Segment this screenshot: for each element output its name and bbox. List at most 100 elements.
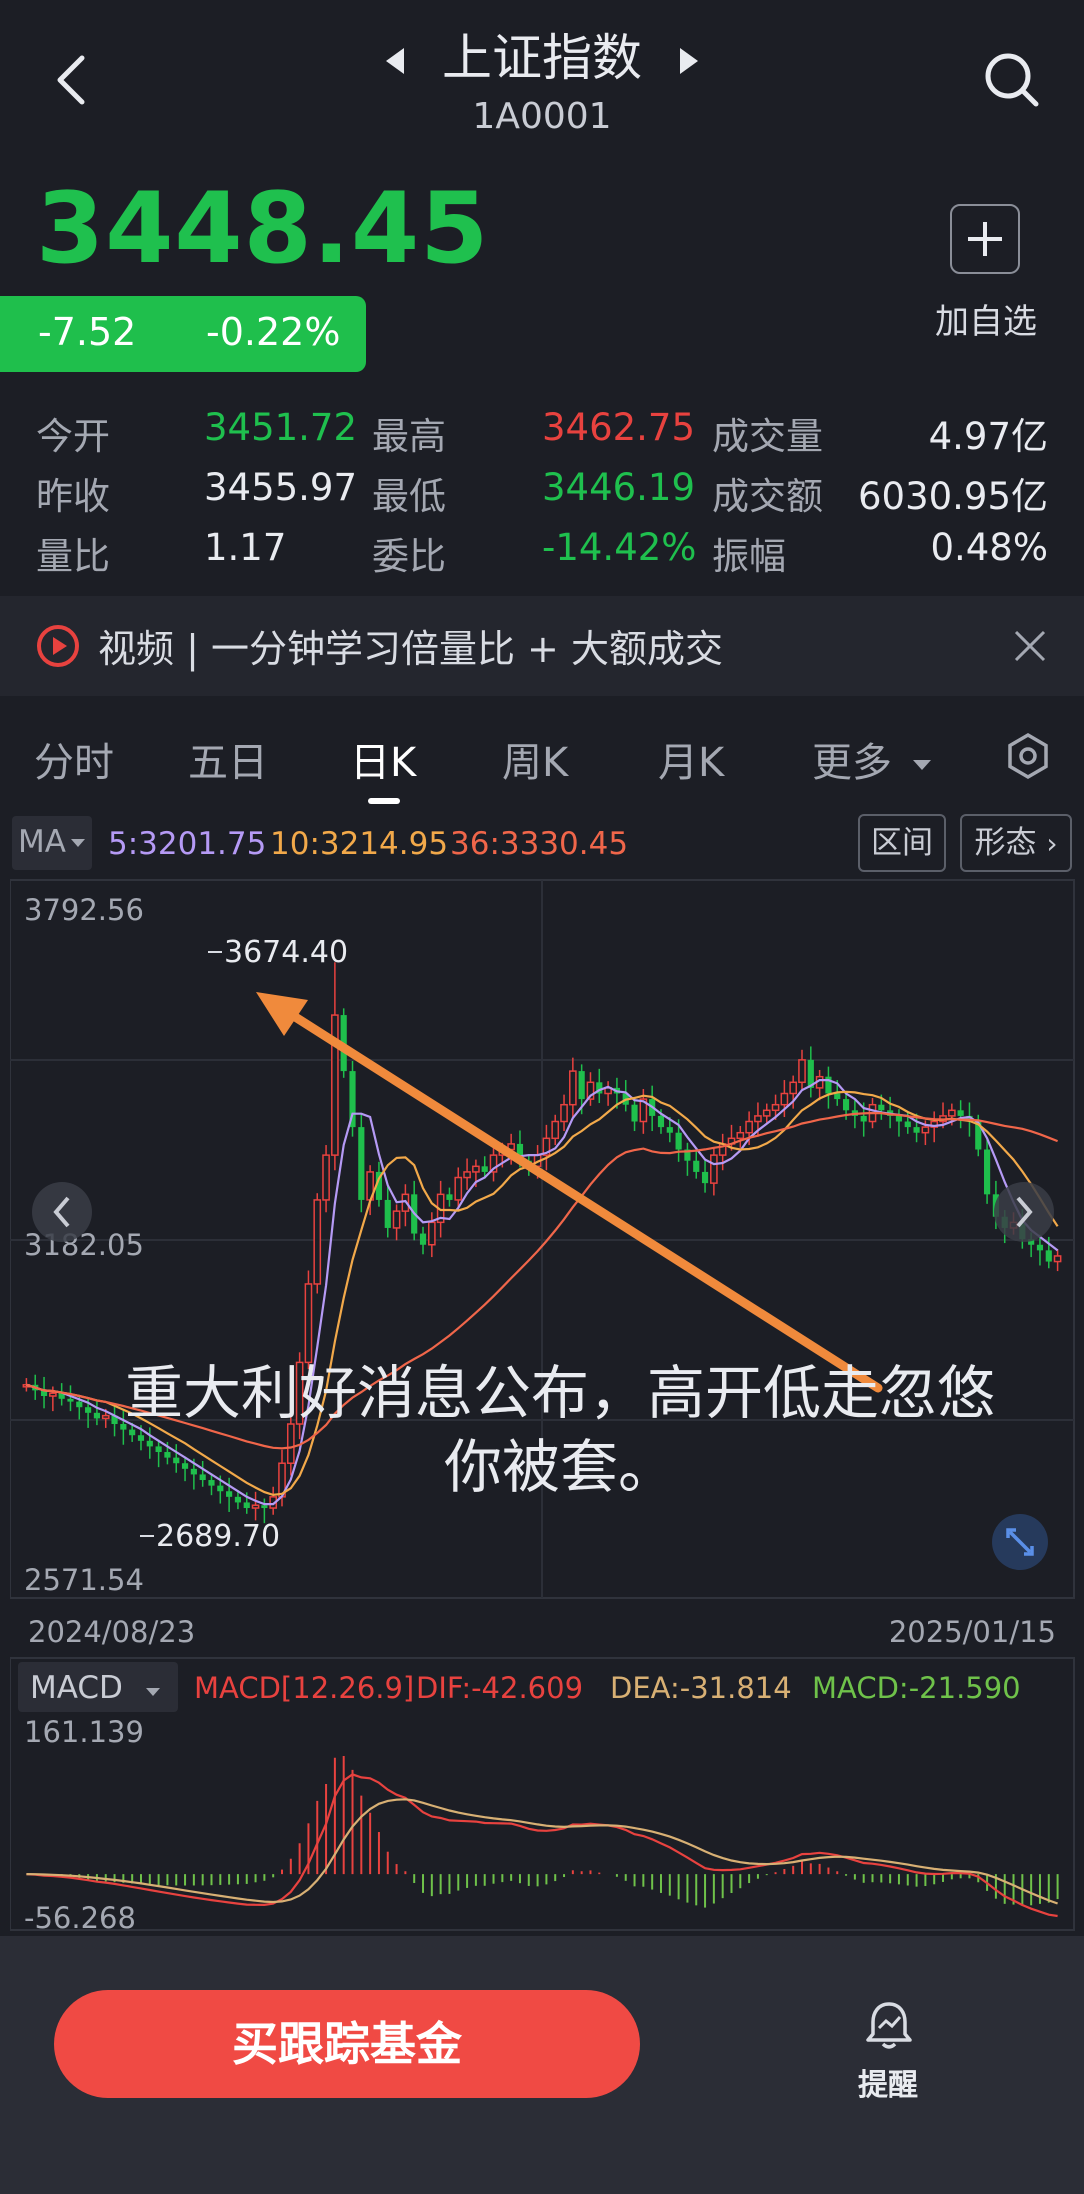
tab-more-label: 更多	[812, 740, 892, 786]
tab-weekly-k[interactable]: 周K	[502, 730, 568, 788]
candle-body	[789, 1081, 798, 1095]
candle-body	[878, 1104, 885, 1111]
candle-body	[304, 1283, 313, 1364]
ma5-value: 5:3201.75	[108, 826, 267, 862]
macd-y-top: 161.139	[24, 1715, 144, 1749]
play-icon	[37, 625, 79, 667]
overlay-caption: 重大利好消息公布，高开低走忽悠 你被套。	[40, 1356, 1080, 1504]
stat-value: 3455.97	[204, 466, 358, 509]
candle-body	[984, 1149, 991, 1195]
candle-body	[358, 1127, 365, 1200]
title-block: 上证指数 1A0001	[0, 18, 1084, 137]
page-title: 上证指数	[442, 29, 642, 87]
high-label: 3674.40	[224, 935, 348, 970]
candle-body	[834, 1093, 841, 1100]
tab-monthly-k[interactable]: 月K	[658, 730, 724, 788]
ma-selector-label: MA	[18, 824, 66, 860]
close-icon[interactable]	[1012, 628, 1048, 664]
period-tabs: 分时 五日 日K 周K 月K 更多	[0, 700, 1084, 808]
next-index-icon[interactable]	[680, 48, 698, 74]
candle-body	[631, 1104, 638, 1122]
header: 上证指数 1A0001	[0, 0, 1084, 150]
candle-body	[384, 1199, 391, 1228]
candle-body	[913, 1127, 920, 1133]
overlay-line-1: 重大利好消息公布，高开低走忽悠	[124, 1359, 995, 1427]
candle-body	[904, 1121, 911, 1128]
candle-body	[771, 1103, 780, 1112]
date-end: 2025/01/15	[889, 1615, 1056, 1649]
kline-y-top: 3792.56	[24, 893, 144, 927]
candle-body	[313, 1199, 322, 1285]
candle-body	[427, 1221, 436, 1246]
candle-body	[261, 1505, 268, 1509]
remind-label[interactable]: 提醒	[848, 2060, 928, 2104]
candle-body	[921, 1126, 930, 1134]
range-button[interactable]: 区间	[858, 814, 946, 872]
candle-body	[657, 1115, 665, 1128]
ma-selector[interactable]: MA	[12, 816, 92, 870]
stat-label: 量比	[36, 535, 110, 578]
candle-body	[569, 1070, 577, 1106]
macd-value: MACD:-21.590	[812, 1671, 1021, 1705]
candle-body	[481, 1166, 488, 1172]
video-banner[interactable]: 视频 | 一分钟学习倍量比 + 大额成交	[0, 596, 1084, 696]
stat-value: 3446.19	[542, 466, 696, 509]
ma10-value: 10:3214.95	[270, 826, 449, 862]
candle-body	[710, 1154, 718, 1184]
add-watchlist-label[interactable]: 加自选	[920, 294, 1052, 343]
candle-body	[701, 1171, 709, 1184]
candle-body	[895, 1115, 903, 1122]
stat-label: 今开	[36, 415, 110, 458]
tab-five-day[interactable]: 五日	[188, 730, 268, 788]
tab-daily-k[interactable]: 日K	[350, 730, 416, 788]
candle-body	[578, 1071, 585, 1100]
next-page-button[interactable]	[994, 1182, 1054, 1242]
tab-intraday[interactable]: 分时	[34, 730, 114, 788]
stat-label: 委比	[372, 535, 446, 578]
candle-body	[842, 1099, 850, 1111]
change-percent: -0.22%	[206, 310, 341, 354]
stat-label: 昨收	[36, 475, 110, 518]
caret-down-icon	[71, 839, 85, 847]
candle-body	[463, 1171, 471, 1179]
stat-label: 最低	[372, 475, 446, 518]
chevron-right-icon: ›	[1046, 827, 1058, 860]
candle-body	[322, 1154, 330, 1201]
candle-body	[1036, 1244, 1044, 1251]
candle-body	[754, 1115, 762, 1123]
bottom-bar: 买跟踪基金 提醒	[0, 1936, 1084, 2194]
candle-body	[780, 1092, 789, 1106]
alert-bell-icon[interactable]	[864, 2000, 914, 2052]
candle-body	[392, 1210, 401, 1229]
plus-icon	[968, 222, 1002, 256]
candle-body	[419, 1233, 427, 1245]
tab-more[interactable]: 更多	[812, 730, 933, 788]
candle-body	[675, 1132, 682, 1150]
search-icon[interactable]	[982, 50, 1042, 110]
macd-params: MACD[12.26.9]	[194, 1671, 414, 1705]
candle-body	[693, 1160, 700, 1172]
date-start: 2024/08/23	[28, 1615, 195, 1649]
buy-fund-button[interactable]: 买跟踪基金	[54, 1990, 640, 2098]
macd-dea: DEA:-31.814	[610, 1671, 792, 1705]
pattern-button[interactable]: 形态 ›	[960, 814, 1072, 872]
stat-value: 0.48%	[930, 526, 1048, 569]
candle-body	[472, 1165, 480, 1173]
candle-body	[736, 1131, 745, 1140]
index-code: 1A0001	[472, 96, 612, 137]
candle-body	[798, 1059, 806, 1084]
low-label: 2689.70	[156, 1519, 280, 1554]
candle-body	[745, 1120, 753, 1134]
stat-value: 1.17	[204, 526, 287, 569]
add-watchlist-button[interactable]	[950, 204, 1020, 274]
stat-value: 3462.75	[542, 406, 696, 449]
stat-label: 振幅	[712, 535, 786, 578]
macd-selector-label: MACD	[30, 1670, 123, 1706]
active-tab-indicator	[368, 798, 400, 804]
banner-text: 视频 | 一分钟学习倍量比 + 大额成交	[98, 627, 723, 671]
prev-page-button[interactable]	[32, 1182, 92, 1242]
stat-value: 6030.95亿	[857, 475, 1048, 518]
current-price: 3448.45	[36, 172, 490, 286]
settings-icon[interactable]	[1004, 732, 1052, 780]
candle-body	[454, 1176, 463, 1201]
